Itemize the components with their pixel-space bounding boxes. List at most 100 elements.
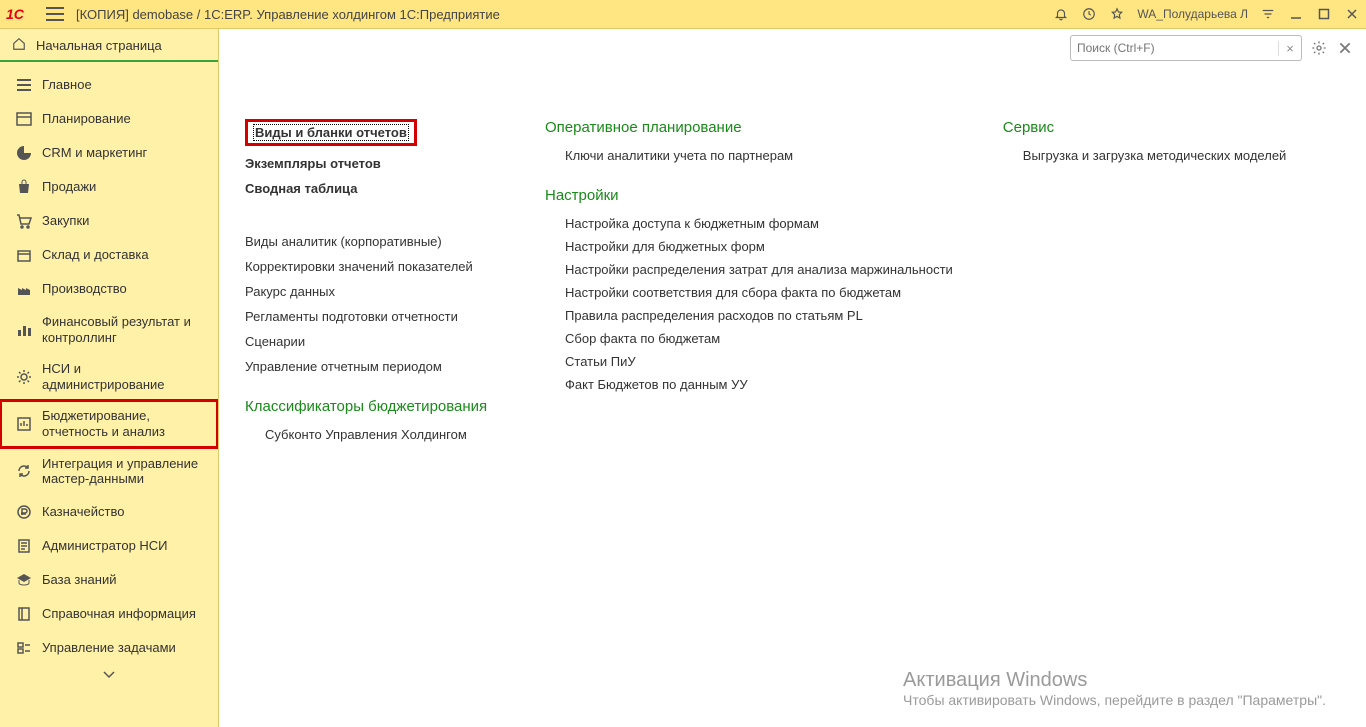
bag-icon bbox=[16, 179, 32, 195]
nav-item-budgeting[interactable]: Бюджетирование, отчетность и анализ bbox=[0, 400, 218, 447]
home-icon bbox=[12, 37, 28, 54]
nav-item-reference[interactable]: Справочная информация bbox=[0, 597, 218, 631]
column-reports: Виды и бланки отчетов Экземпляры отчетов… bbox=[245, 119, 495, 466]
sidebar: Начальная страница Главное Планирование … bbox=[0, 29, 219, 727]
link-report-schedules[interactable]: Регламенты подготовки отчетности bbox=[245, 309, 495, 324]
link-report-instances[interactable]: Экземпляры отчетов bbox=[245, 156, 495, 171]
link-data-view[interactable]: Ракурс данных bbox=[245, 284, 495, 299]
calendar-icon bbox=[16, 111, 32, 127]
nav-item-planning[interactable]: Планирование bbox=[0, 102, 218, 136]
home-label: Начальная страница bbox=[36, 38, 162, 53]
report-icon bbox=[16, 416, 32, 432]
close-button[interactable] bbox=[1344, 6, 1360, 22]
star-icon[interactable] bbox=[1109, 6, 1125, 22]
watermark-text: Чтобы активировать Windows, перейдите в … bbox=[903, 692, 1326, 708]
close-panel-button[interactable] bbox=[1336, 39, 1354, 57]
link-fact-collection[interactable]: Сбор факта по бюджетам bbox=[565, 331, 953, 346]
main-area: Начальная страница Главное Планирование … bbox=[0, 29, 1366, 727]
nav-item-purchases[interactable]: Закупки bbox=[0, 204, 218, 238]
nav-item-admin-nsi[interactable]: Администратор НСИ bbox=[0, 529, 218, 563]
book-icon bbox=[16, 606, 32, 622]
nav-item-sales[interactable]: Продажи bbox=[0, 170, 218, 204]
bell-icon[interactable] bbox=[1053, 6, 1069, 22]
link-analytics-types[interactable]: Виды аналитик (корпоративные) bbox=[245, 234, 495, 249]
maximize-button[interactable] bbox=[1316, 6, 1332, 22]
content-area: × Виды и бланки отчетов Экземпляры отчет bbox=[219, 29, 1366, 727]
lines-icon bbox=[16, 77, 32, 93]
user-name[interactable]: WA_Полударьева Л bbox=[1137, 7, 1248, 21]
heading-service: Сервис bbox=[1003, 119, 1287, 136]
link-method-models-io[interactable]: Выгрузка и загрузка методических моделей bbox=[1023, 148, 1287, 163]
ruble-icon bbox=[16, 504, 32, 520]
minimize-button[interactable] bbox=[1288, 6, 1304, 22]
cart-icon bbox=[16, 213, 32, 229]
settings-icon[interactable] bbox=[1310, 39, 1328, 57]
windows-activation-watermark: Активация Windows Чтобы активировать Win… bbox=[903, 669, 1326, 708]
link-fact-mapping-settings[interactable]: Настройки соответствия для сбора факта п… bbox=[565, 285, 953, 300]
history-icon[interactable] bbox=[1081, 6, 1097, 22]
nav-label: Продажи bbox=[42, 179, 96, 195]
home-tab[interactable]: Начальная страница bbox=[0, 29, 218, 62]
link-value-corrections[interactable]: Корректировки значений показателей bbox=[245, 259, 495, 274]
nav-item-knowledge[interactable]: База знаний bbox=[0, 563, 218, 597]
nav-label: НСИ и администрирование bbox=[42, 361, 206, 392]
app-logo-icon: 1С bbox=[6, 6, 34, 22]
link-scenarios[interactable]: Сценарии bbox=[245, 334, 495, 349]
bars-icon bbox=[16, 322, 32, 338]
nav-label: Финансовый результат и контроллинг bbox=[42, 314, 206, 345]
search-input[interactable] bbox=[1071, 41, 1278, 55]
nav-label: Бюджетирование, отчетность и анализ bbox=[42, 408, 206, 439]
main-menu-icon[interactable] bbox=[46, 7, 64, 21]
gear-icon bbox=[16, 369, 32, 385]
nav-item-production[interactable]: Производство bbox=[0, 272, 218, 306]
nav-item-warehouse[interactable]: Склад и доставка bbox=[0, 238, 218, 272]
nav-item-finresult[interactable]: Финансовый результат и контроллинг bbox=[0, 306, 218, 353]
nav-label: Производство bbox=[42, 281, 127, 297]
titlebar-actions: WA_Полударьева Л bbox=[1053, 6, 1360, 22]
factory-icon bbox=[16, 281, 32, 297]
heading-settings: Настройки bbox=[545, 187, 953, 204]
sidebar-expand[interactable] bbox=[0, 665, 218, 684]
nav-label: Управление задачами bbox=[42, 640, 176, 656]
box-icon bbox=[16, 247, 32, 263]
nav-list: Главное Планирование CRM и маркетинг Про… bbox=[0, 68, 218, 665]
nav-item-nsi-admin[interactable]: НСИ и администрирование bbox=[0, 353, 218, 400]
link-analytics-keys[interactable]: Ключи аналитики учета по партнерам bbox=[565, 148, 953, 163]
nav-label: Планирование bbox=[42, 111, 131, 127]
nav-item-integration[interactable]: Интеграция и управление мастер-данными bbox=[0, 448, 218, 495]
link-piu-items[interactable]: Статьи ПиУ bbox=[565, 354, 953, 369]
link-pl-expense-rules[interactable]: Правила распределения расходов по статья… bbox=[565, 308, 953, 323]
column-service: Сервис Выгрузка и загрузка методических … bbox=[1003, 119, 1287, 466]
chevron-down-icon bbox=[103, 671, 115, 679]
link-subconto[interactable]: Субконто Управления Холдингом bbox=[265, 427, 495, 442]
filter-icon[interactable] bbox=[1260, 6, 1276, 22]
nav-label: Главное bbox=[42, 77, 92, 93]
nav-label: Закупки bbox=[42, 213, 89, 229]
link-pivot-table[interactable]: Сводная таблица bbox=[245, 181, 495, 196]
search-field[interactable]: × bbox=[1070, 35, 1302, 61]
pie-icon bbox=[16, 145, 32, 161]
nav-item-treasury[interactable]: Казначейство bbox=[0, 495, 218, 529]
nav-item-crm[interactable]: CRM и маркетинг bbox=[0, 136, 218, 170]
sync-icon bbox=[16, 463, 32, 479]
nav-label: Казначейство bbox=[42, 504, 124, 520]
window-title: [КОПИЯ] demobase / 1С:ERP. Управление хо… bbox=[76, 7, 500, 22]
nav-label: CRM и маркетинг bbox=[42, 145, 147, 161]
link-budget-form-access[interactable]: Настройка доступа к бюджетным формам bbox=[565, 216, 953, 231]
nav-label: База знаний bbox=[42, 572, 117, 588]
link-report-types[interactable]: Виды и бланки отчетов bbox=[245, 119, 417, 146]
nav-item-tasks[interactable]: Управление задачами bbox=[0, 631, 218, 665]
search-clear-button[interactable]: × bbox=[1278, 41, 1301, 56]
link-period-management[interactable]: Управление отчетным периодом bbox=[245, 359, 495, 374]
watermark-title: Активация Windows bbox=[903, 669, 1326, 692]
heading-operational-planning: Оперативное планирование bbox=[545, 119, 953, 136]
column-planning-settings: Оперативное планирование Ключи аналитики… bbox=[545, 119, 953, 466]
titlebar: 1С [КОПИЯ] demobase / 1С:ERP. Управление… bbox=[0, 0, 1366, 29]
content-toolbar: × bbox=[1070, 35, 1354, 61]
nav-item-main[interactable]: Главное bbox=[0, 68, 218, 102]
heading-classifiers: Классификаторы бюджетирования bbox=[245, 398, 495, 415]
link-budget-fact-uu[interactable]: Факт Бюджетов по данным УУ bbox=[565, 377, 953, 392]
link-budget-form-settings[interactable]: Настройки для бюджетных форм bbox=[565, 239, 953, 254]
tasks-icon bbox=[16, 640, 32, 656]
link-cost-allocation-settings[interactable]: Настройки распределения затрат для анали… bbox=[565, 262, 953, 277]
